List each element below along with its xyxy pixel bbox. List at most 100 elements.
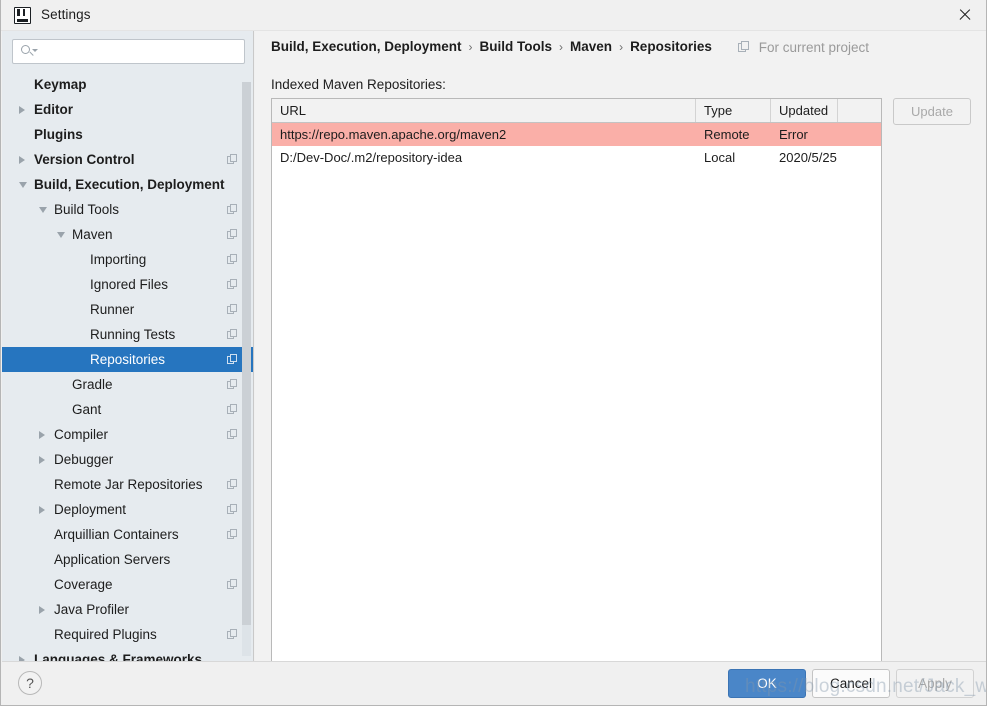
table-row[interactable]: D:/Dev-Doc/.m2/repository-ideaLocal2020/… [272, 146, 881, 169]
sidebar-item-java-profiler[interactable]: Java Profiler [2, 597, 254, 622]
project-scope-icon [227, 354, 238, 365]
sidebar-item-label: Version Control [34, 152, 135, 167]
breadcrumb-separator: › [619, 40, 623, 54]
page-title: Indexed Maven Repositories: [271, 77, 446, 92]
chevron-down-icon[interactable] [39, 207, 47, 213]
column-header[interactable]: Updated [771, 99, 838, 122]
update-button[interactable]: Update [893, 98, 971, 125]
sidebar-item-importing[interactable]: Importing [2, 247, 254, 272]
column-header[interactable]: URL [272, 99, 696, 122]
column-header[interactable]: Type [696, 99, 771, 122]
project-scope-icon [227, 504, 238, 515]
search-icon [21, 45, 35, 59]
for-current-project-label: For current project [759, 40, 869, 55]
sidebar-item-version-control[interactable]: Version Control [2, 147, 254, 172]
project-scope-icon [227, 304, 238, 315]
table-row[interactable]: https://repo.maven.apache.org/maven2Remo… [272, 123, 881, 146]
sidebar-item-label: Required Plugins [54, 627, 157, 642]
sidebar-item-label: Editor [34, 102, 73, 117]
project-scope-icon [227, 229, 238, 240]
sidebar-item-compiler[interactable]: Compiler [2, 422, 254, 447]
sidebar-item-label: Maven [72, 227, 113, 242]
close-icon[interactable] [942, 0, 987, 30]
sidebar-item-build-execution-deployment[interactable]: Build, Execution, Deployment [2, 172, 254, 197]
sidebar-item-arquillian-containers[interactable]: Arquillian Containers [2, 522, 254, 547]
sidebar-item-label: Plugins [34, 127, 83, 142]
breadcrumb-item[interactable]: Maven [570, 39, 612, 54]
help-button[interactable]: ? [18, 671, 42, 695]
project-scope-icon [227, 254, 238, 265]
sidebar-item-label: Ignored Files [90, 277, 168, 292]
cell-extra [838, 146, 881, 169]
cell-url: https://repo.maven.apache.org/maven2 [272, 123, 696, 146]
apply-button[interactable]: Apply [896, 669, 974, 698]
sidebar-item-label: Coverage [54, 577, 113, 592]
sidebar-item-build-tools[interactable]: Build Tools [2, 197, 254, 222]
sidebar-item-gradle[interactable]: Gradle [2, 372, 254, 397]
sidebar-item-editor[interactable]: Editor [2, 97, 254, 122]
chevron-right-icon[interactable] [19, 156, 25, 164]
sidebar-item-running-tests[interactable]: Running Tests [2, 322, 254, 347]
ok-button[interactable]: OK [728, 669, 806, 698]
cell-updated: Error [771, 123, 838, 146]
sidebar-item-label: Application Servers [54, 552, 170, 567]
sidebar-item-deployment[interactable]: Deployment [2, 497, 254, 522]
sidebar-scrollbar-thumb[interactable] [242, 82, 251, 625]
settings-content-pane: Build, Execution, Deployment › Build Tools… [255, 31, 987, 661]
cell-url: D:/Dev-Doc/.m2/repository-idea [272, 146, 696, 169]
project-scope-icon [227, 579, 238, 590]
cancel-button[interactable]: Cancel [812, 669, 890, 698]
project-scope-icon [227, 529, 238, 540]
sidebar-item-plugins[interactable]: Plugins [2, 122, 254, 147]
sidebar-scrollbar-track[interactable] [242, 82, 251, 656]
sidebar-item-gant[interactable]: Gant [2, 397, 254, 422]
search-box[interactable] [12, 39, 245, 64]
chevron-right-icon[interactable] [39, 456, 45, 464]
sidebar-item-coverage[interactable]: Coverage [2, 572, 254, 597]
sidebar-item-application-servers[interactable]: Application Servers [2, 547, 254, 572]
table-body: https://repo.maven.apache.org/maven2Remo… [272, 123, 881, 169]
breadcrumb-item[interactable]: Build Tools [480, 39, 553, 54]
sidebar-item-label: Runner [90, 302, 134, 317]
sidebar-item-runner[interactable]: Runner [2, 297, 254, 322]
sidebar-item-remote-jar-repositories[interactable]: Remote Jar Repositories [2, 472, 254, 497]
search-input[interactable] [39, 42, 239, 61]
settings-dialog: Settings Keymap Editor Plugins Version Cont… [0, 0, 987, 706]
sidebar-item-languages-frameworks[interactable]: Languages & Frameworks [2, 647, 254, 661]
settings-tree: Keymap Editor Plugins Version Control Build,… [2, 72, 254, 661]
breadcrumb-item[interactable]: Build, Execution, Deployment [271, 39, 462, 54]
chevron-right-icon[interactable] [19, 106, 25, 114]
sidebar-item-label: Gradle [72, 377, 113, 392]
sidebar-item-label: Remote Jar Repositories [54, 477, 203, 492]
chevron-right-icon[interactable] [39, 431, 45, 439]
sidebar-item-label: Languages & Frameworks [34, 652, 202, 661]
sidebar-item-debugger[interactable]: Debugger [2, 447, 254, 472]
sidebar-item-maven[interactable]: Maven [2, 222, 254, 247]
sidebar-item-label: Repositories [90, 352, 165, 367]
chevron-right-icon[interactable] [39, 506, 45, 514]
breadcrumb-separator: › [469, 40, 473, 54]
for-current-project-note: For current project [738, 40, 869, 55]
chevron-down-icon[interactable] [19, 182, 27, 188]
sidebar-item-label: Debugger [54, 452, 113, 467]
chevron-right-icon[interactable] [39, 606, 45, 614]
sidebar-item-repositories[interactable]: Repositories [2, 347, 254, 372]
window-title: Settings [41, 7, 91, 22]
project-scope-icon [227, 479, 238, 490]
breadcrumb-item[interactable]: Repositories [630, 39, 712, 54]
intellij-idea-icon [14, 7, 31, 24]
sidebar-item-ignored-files[interactable]: Ignored Files [2, 272, 254, 297]
project-scope-icon [227, 329, 238, 340]
chevron-down-icon[interactable] [57, 232, 65, 238]
sidebar-item-keymap[interactable]: Keymap [2, 72, 254, 97]
sidebar-item-required-plugins[interactable]: Required Plugins [2, 622, 254, 647]
dialog-footer: ? OK Cancel Apply [2, 661, 987, 705]
project-scope-icon [227, 629, 238, 640]
project-scope-icon [227, 204, 238, 215]
title-bar: Settings [1, 0, 987, 31]
project-scope-icon [227, 404, 238, 415]
cell-extra [838, 123, 881, 146]
column-header[interactable] [838, 99, 881, 122]
sidebar-item-label: Gant [72, 402, 101, 417]
project-scope-icon [738, 41, 750, 53]
